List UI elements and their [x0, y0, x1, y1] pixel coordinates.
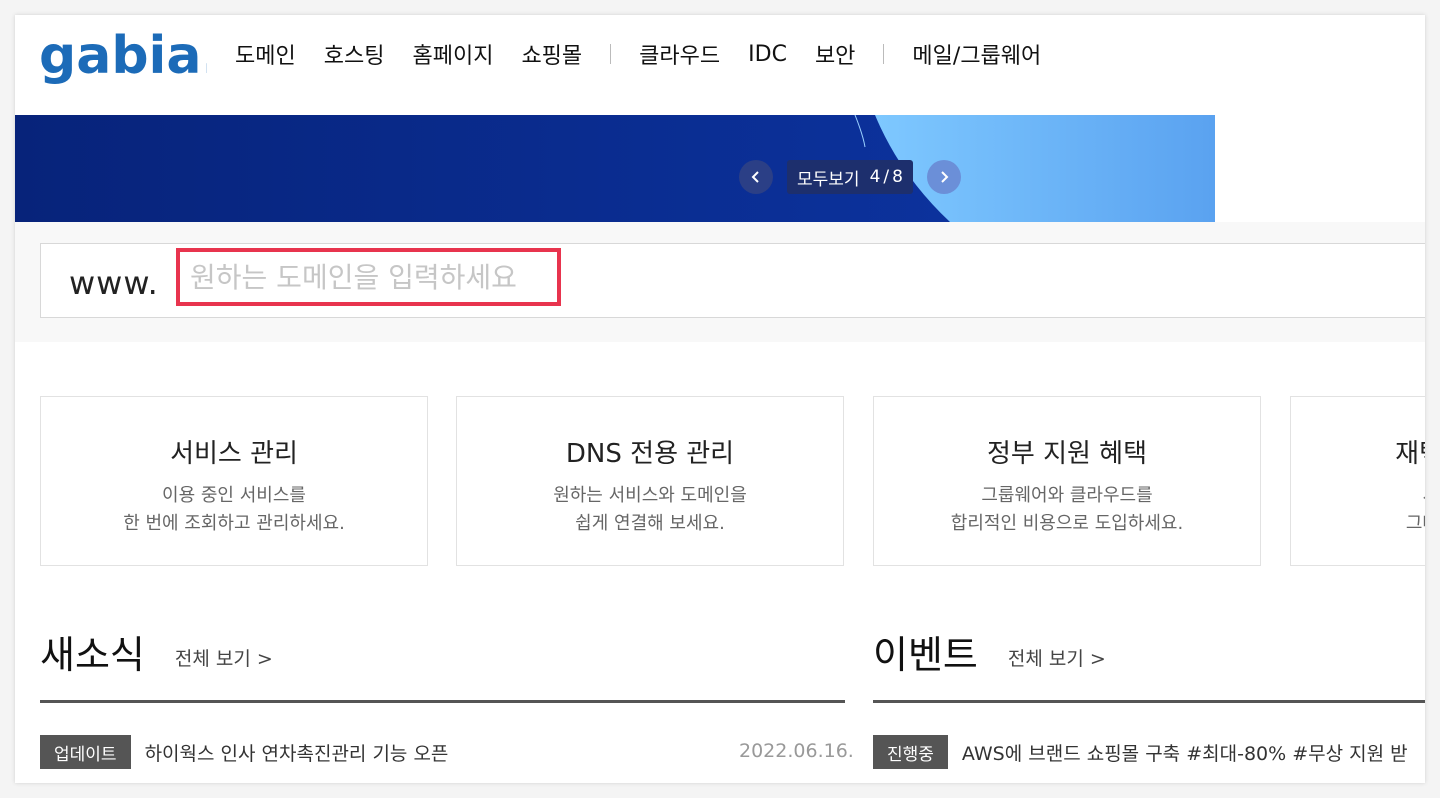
- news-view-all-link[interactable]: 전체 보기 >: [175, 644, 273, 671]
- news-header: 새소식 전체 보기 >: [40, 627, 273, 679]
- card-description: 원하는 서비스와 도메인을 쉽게 연결해 보세요.: [457, 482, 843, 538]
- page: gabia. 도메인 호스팅 홈페이지 쇼핑몰 클라우드 IDC 보안 메일/그…: [15, 15, 1425, 783]
- view-all-label: 모두보기: [797, 169, 860, 190]
- card-title: 서비스 관리: [170, 439, 298, 469]
- nav-hosting[interactable]: 호스팅: [324, 38, 385, 70]
- www-prefix: www.: [69, 264, 159, 302]
- card-desc-line: 이용 중인 서비스를: [162, 485, 306, 506]
- banner-image[interactable]: [15, 115, 1215, 222]
- banner-view-all-button[interactable]: 모두보기 4 / 8: [787, 160, 913, 194]
- total-pages: 8: [892, 167, 903, 187]
- domain-search-area: www.: [15, 222, 1425, 342]
- nav-domain[interactable]: 도메인: [235, 38, 296, 70]
- banner-next-button[interactable]: [926, 160, 961, 194]
- chevron-right-icon: [941, 171, 949, 183]
- nav-homepage[interactable]: 홈페이지: [412, 38, 493, 70]
- event-item-title[interactable]: AWS에 브랜드 쇼핑몰 구축 #최대-80% #무상 지원 받: [962, 739, 1408, 766]
- card-desc-line: 그룹웨어와 클라우드를: [981, 485, 1153, 506]
- events-header: 이벤트 전체 보기 >: [873, 627, 1106, 679]
- page-separator: /: [883, 167, 890, 187]
- nav-idc[interactable]: IDC: [748, 42, 787, 67]
- update-badge: 업데이트: [40, 735, 131, 769]
- card-description: 시 그대: [1291, 482, 1425, 538]
- card-remote-work[interactable]: 재택 시 그대: [1290, 396, 1425, 566]
- nav-security[interactable]: 보안: [815, 38, 855, 70]
- current-page: 4: [869, 167, 881, 187]
- banner-pager: 모두보기 4 / 8: [739, 159, 961, 195]
- card-desc-line: 한 번에 조회하고 관리하세요.: [123, 513, 345, 534]
- card-desc-line: 그대: [1405, 513, 1425, 534]
- nav-divider: [610, 44, 612, 64]
- nav-mail-groupware[interactable]: 메일/그룹웨어: [912, 38, 1041, 70]
- card-title: DNS 전용 관리: [565, 439, 735, 469]
- main-nav: 도메인 호스팅 홈페이지 쇼핑몰 클라우드 IDC 보안 메일/그룹웨어: [235, 37, 1069, 71]
- news-item-date: 2022.06.16.: [739, 740, 854, 762]
- in-progress-badge: 진행중: [873, 735, 948, 769]
- chevron-left-icon: [751, 171, 759, 183]
- card-desc-line: 쉽게 연결해 보세요.: [575, 513, 725, 534]
- logo-text: gabia.: [39, 29, 207, 86]
- nav-divider: [883, 44, 885, 64]
- card-title: 재택: [1395, 439, 1425, 469]
- hero-banner: 모두보기 4 / 8: [15, 115, 1425, 222]
- news-item[interactable]: 업데이트 하이웍스 인사 연차촉진관리 기능 오픈: [40, 734, 448, 770]
- banner-prev-button[interactable]: [739, 160, 773, 194]
- domain-search-box: www.: [40, 243, 1425, 318]
- domain-search-input[interactable]: [176, 248, 561, 306]
- gabia-logo[interactable]: gabia.: [39, 26, 221, 89]
- event-item[interactable]: 진행중 AWS에 브랜드 쇼핑몰 구축 #최대-80% #무상 지원 받: [873, 734, 1425, 770]
- news-section: 새소식 전체 보기 >: [40, 627, 273, 679]
- service-cards: 서비스 관리 이용 중인 서비스를 한 번에 조회하고 관리하세요. DNS 전…: [40, 396, 1425, 566]
- card-desc-line: 원하는 서비스와 도메인을: [553, 485, 747, 506]
- nav-shoppingmall[interactable]: 쇼핑몰: [521, 38, 582, 70]
- events-view-all-link[interactable]: 전체 보기 >: [1008, 644, 1106, 671]
- card-desc-line: 합리적인 비용으로 도입하세요.: [950, 513, 1184, 534]
- card-government-support[interactable]: 정부 지원 혜택 그룹웨어와 클라우드를 합리적인 비용으로 도입하세요.: [873, 396, 1261, 566]
- header: gabia. 도메인 호스팅 홈페이지 쇼핑몰 클라우드 IDC 보안 메일/그…: [15, 15, 1425, 116]
- card-description: 그룹웨어와 클라우드를 합리적인 비용으로 도입하세요.: [874, 482, 1260, 538]
- events-section: 이벤트 전체 보기 >: [873, 627, 1106, 679]
- news-title: 새소식: [40, 633, 145, 677]
- card-description: 이용 중인 서비스를 한 번에 조회하고 관리하세요.: [41, 482, 427, 538]
- news-divider: [40, 700, 845, 703]
- events-title: 이벤트: [873, 633, 978, 677]
- news-item-title[interactable]: 하이웍스 인사 연차촉진관리 기능 오픈: [145, 739, 449, 766]
- card-desc-line: 시: [1291, 482, 1425, 510]
- card-title: 정부 지원 혜택: [986, 439, 1148, 469]
- nav-cloud[interactable]: 클라우드: [639, 38, 720, 70]
- card-service-management[interactable]: 서비스 관리 이용 중인 서비스를 한 번에 조회하고 관리하세요.: [40, 396, 428, 566]
- events-divider: [873, 700, 1425, 703]
- card-dns-management[interactable]: DNS 전용 관리 원하는 서비스와 도메인을 쉽게 연결해 보세요.: [456, 396, 844, 566]
